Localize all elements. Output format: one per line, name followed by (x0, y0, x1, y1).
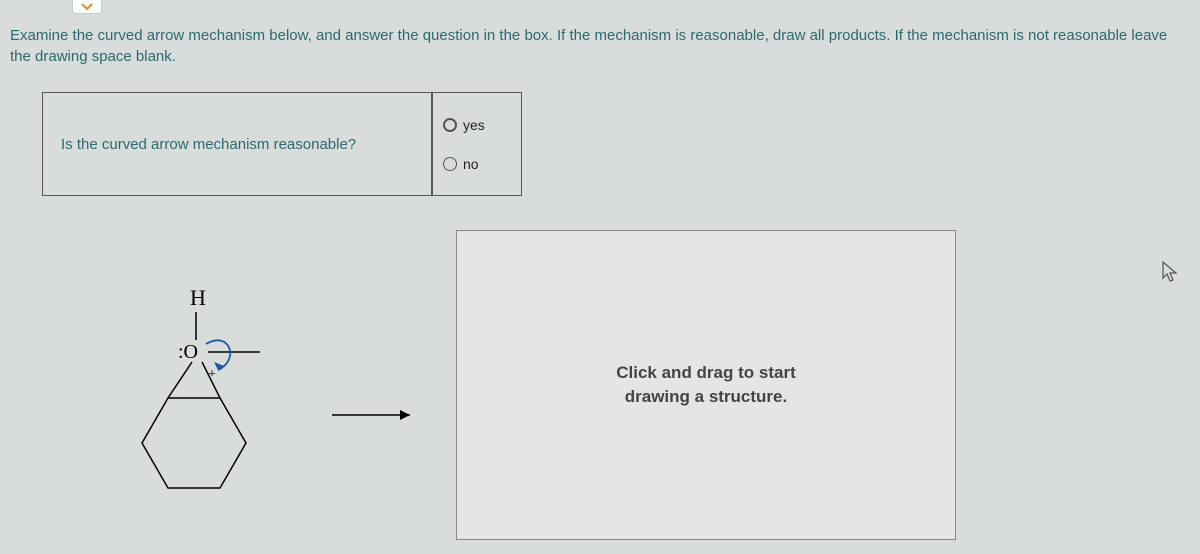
chevron-down-icon (80, 2, 94, 12)
plus-label: + (208, 367, 216, 382)
radio-option-no[interactable]: no (443, 156, 511, 172)
radio-label-yes: yes (463, 117, 485, 133)
cursor-icon (1160, 260, 1180, 284)
instruction-text: Examine the curved arrow mechanism below… (10, 25, 1190, 67)
radio-circle-icon (443, 157, 457, 171)
radio-label-no: no (463, 156, 479, 172)
collapse-toggle[interactable] (72, 0, 102, 14)
drawing-canvas[interactable]: Click and drag to start drawing a struct… (456, 230, 956, 540)
question-text: Is the curved arrow mechanism reasonable… (61, 136, 356, 153)
question-box: Is the curved arrow mechanism reasonable… (42, 92, 432, 196)
radio-option-yes[interactable]: yes (443, 117, 511, 133)
drawing-placeholder: Click and drag to start drawing a struct… (616, 361, 795, 409)
radio-group: yes no (432, 92, 522, 196)
reaction-arrow-icon (330, 405, 420, 425)
mechanism-diagram: H :O + (110, 280, 420, 510)
h-label: H (190, 285, 206, 310)
radio-circle-icon (443, 118, 457, 132)
o-label: :O (178, 341, 198, 363)
